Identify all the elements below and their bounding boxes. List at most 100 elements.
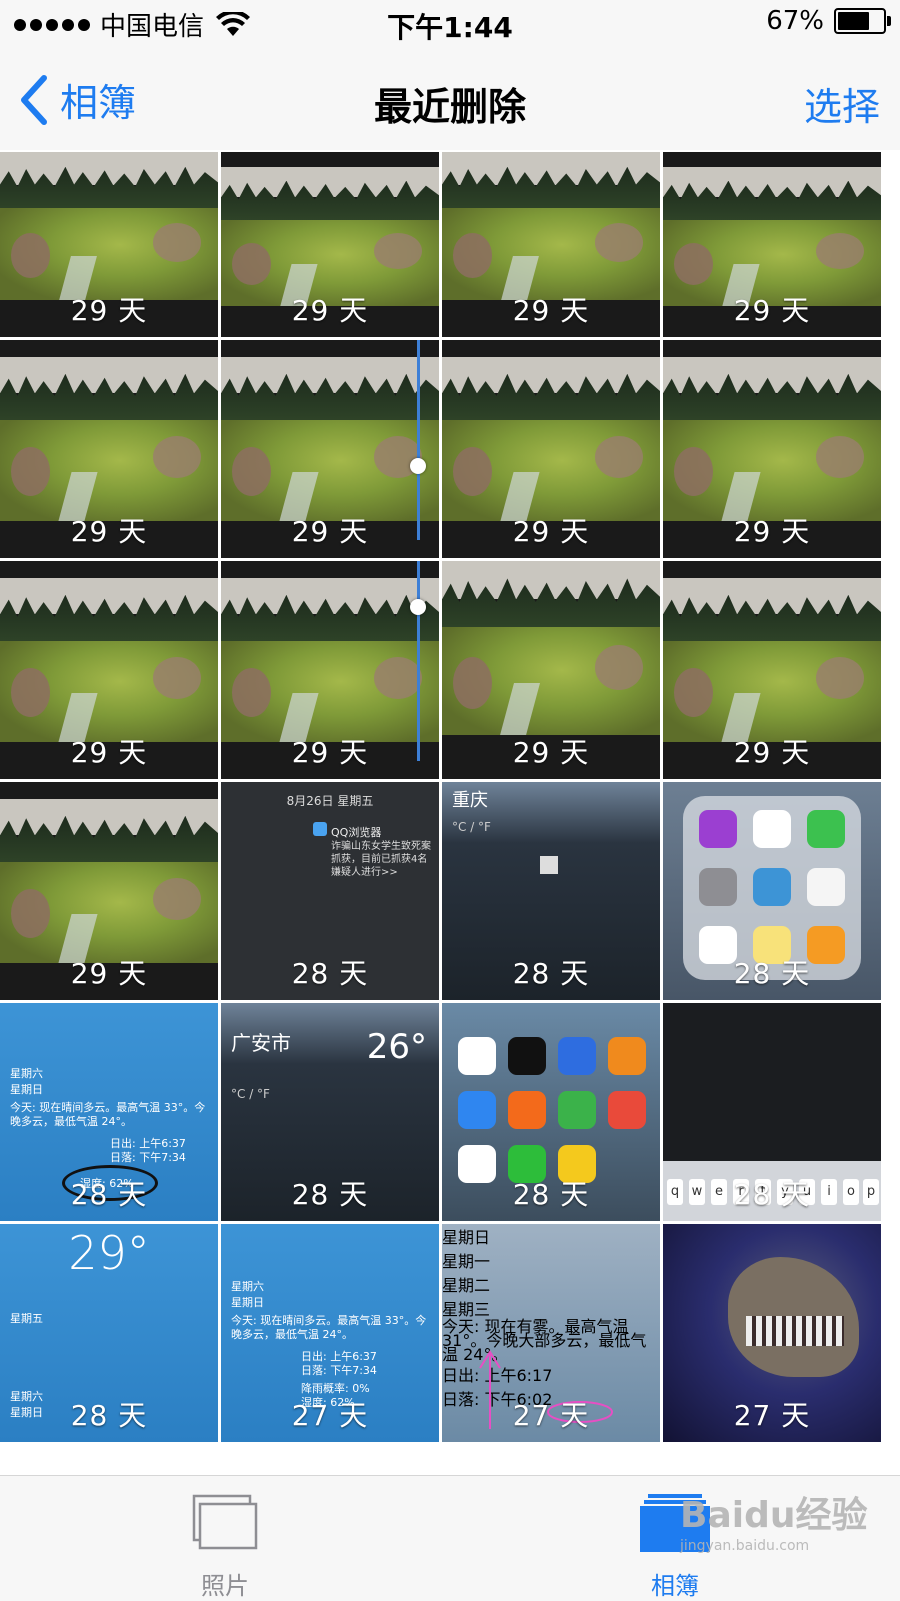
- app-icon: [558, 1037, 596, 1075]
- notification-app: QQ浏览器: [331, 826, 382, 839]
- battery-icon: [834, 8, 891, 34]
- question-icon: [558, 1091, 596, 1129]
- settings-icon: [699, 868, 737, 906]
- map-icon: [458, 1037, 496, 1075]
- select-button[interactable]: 选择: [804, 76, 880, 131]
- days-remaining: 29 天: [512, 294, 590, 327]
- weather-text: 星期六: [231, 1280, 264, 1293]
- days-remaining: 29 天: [70, 736, 148, 769]
- days-remaining: 29 天: [70, 957, 148, 990]
- days-remaining: 29 天: [733, 294, 811, 327]
- thumbnail[interactable]: 29 天: [0, 561, 218, 779]
- unit-toggle: °C / °F: [231, 1087, 270, 1101]
- days-remaining: 28 天: [70, 1178, 148, 1211]
- weather-city: 重庆: [452, 790, 488, 811]
- weather-channel-logo: [540, 856, 558, 874]
- watermark-url: jingyan.baidu.com: [680, 1538, 810, 1554]
- page-title: 最近删除: [373, 85, 526, 129]
- weather-text: 日落: 下午7:34: [110, 1151, 186, 1164]
- thumbnail[interactable]: 29 天: [0, 152, 218, 337]
- battery-percent: 67%: [766, 6, 824, 36]
- days-remaining: 27 天: [733, 1399, 811, 1432]
- thumbnail[interactable]: 重庆 °C / °F 28 天: [442, 782, 660, 1000]
- weather-text: 星期六: [10, 1067, 43, 1080]
- weather-text: 星期五: [10, 1312, 43, 1325]
- days-remaining: 29 天: [291, 515, 369, 548]
- browser-icon: [458, 1091, 496, 1129]
- weather-text: 星期二: [442, 1276, 491, 1295]
- thumbnail[interactable]: 29 天: [442, 561, 660, 779]
- slider-knob: [410, 458, 426, 474]
- thumbnail[interactable]: 29 天: [0, 782, 218, 1000]
- days-remaining: 28 天: [291, 1178, 369, 1211]
- tab-bar: 照片 相簿 Baidu经验 jingyan.baidu.com: [0, 1475, 900, 1601]
- days-remaining: 27 天: [512, 1399, 590, 1432]
- slider-knob: [410, 599, 426, 615]
- days-remaining: 29 天: [70, 294, 148, 327]
- status-right: 67%: [766, 6, 891, 36]
- thumbnail[interactable]: 29 天: [663, 561, 881, 779]
- unit-toggle: °C / °F: [452, 820, 491, 834]
- thumbnail[interactable]: 星期日 星期一 星期二 星期三 今天: 现在有雾。最高气温 31°。今晚大部多云…: [442, 1224, 660, 1442]
- weather-text: 星期日: [10, 1083, 43, 1096]
- days-remaining: 28 天: [512, 1178, 590, 1211]
- thumbnail[interactable]: 29 天: [221, 152, 439, 337]
- thumbnail[interactable]: 29 天: [221, 340, 439, 558]
- thumbnail[interactable]: 29° 星期五 星期六 星期日 28 天: [0, 1224, 218, 1442]
- weather-icon: [753, 868, 791, 906]
- browser-icon: [313, 822, 327, 836]
- weather-temp: 26°: [366, 1027, 427, 1067]
- status-time: 下午1:44: [387, 11, 513, 44]
- days-remaining: 29 天: [291, 294, 369, 327]
- days-remaining: 27 天: [291, 1399, 369, 1432]
- thumbnail[interactable]: 8月26日 星期五 QQ浏览器 诈骗山东女学生致死案抓获，目前已抓获4名嫌疑人进…: [221, 782, 439, 1000]
- weather-text: 今天: 现在晴间多云。最高气温 33°。今晚多云，最低气温 24°。: [231, 1314, 427, 1341]
- weather-text: 星期日: [442, 1228, 491, 1247]
- thumbnail[interactable]: 28 天: [663, 782, 881, 1000]
- thumbnail[interactable]: 广安市 26° °C / °F 28 天: [221, 1003, 439, 1221]
- watermark-text: Baidu经验: [680, 1495, 868, 1536]
- thumbnail[interactable]: 27 天: [663, 1224, 881, 1442]
- listen-icon: [608, 1091, 646, 1129]
- days-remaining: 29 天: [291, 736, 369, 769]
- didi-icon: [807, 868, 845, 906]
- days-remaining: 29 天: [70, 515, 148, 548]
- weather-city: 广安市: [231, 1031, 291, 1055]
- status-bar: 中国电信 下午1:44 67%: [0, 0, 900, 50]
- days-remaining: 29 天: [733, 515, 811, 548]
- days-remaining: 29 天: [512, 736, 590, 769]
- thumbnail[interactable]: 28 天: [442, 1003, 660, 1221]
- weather-text: 星期一: [442, 1252, 491, 1271]
- tab-photos-label: 照片: [201, 1572, 249, 1600]
- thumbnail[interactable]: qwertyuiop 28 天: [663, 1003, 881, 1221]
- weather-temp: 29°: [68, 1226, 150, 1280]
- thumbnail[interactable]: 29 天: [442, 152, 660, 337]
- photos-icon: [192, 1494, 258, 1550]
- days-remaining: 28 天: [512, 957, 590, 990]
- notification-text: 诈骗山东女学生致死案抓获，目前已抓获4名嫌疑人进行>>: [331, 841, 431, 878]
- thumbnail[interactable]: 星期六 星期日 今天: 现在晴间多云。最高气温 33°。今晚多云，最低气温 24…: [0, 1003, 218, 1221]
- thumbnail-grid: 29 天 29 天 29 天 29 天 29 天 29 天 29 天 29 天 …: [0, 152, 900, 1472]
- qq-icon: [508, 1037, 546, 1075]
- weather-text: 星期日: [231, 1296, 264, 1309]
- tab-photos[interactable]: 照片: [180, 1494, 270, 1601]
- thumbnail[interactable]: 29 天: [221, 561, 439, 779]
- thumbnail[interactable]: 29 天: [442, 340, 660, 558]
- facetime-icon: [807, 810, 845, 848]
- thumbnail[interactable]: 29 天: [663, 340, 881, 558]
- weather-text: 日落: 下午7:34: [301, 1364, 377, 1377]
- thumbnail[interactable]: 29 天: [0, 340, 218, 558]
- days-remaining: 29 天: [512, 515, 590, 548]
- days-remaining: 28 天: [733, 957, 811, 990]
- days-remaining: 28 天: [70, 1399, 148, 1432]
- thumbnail[interactable]: 29 天: [663, 152, 881, 337]
- alibaba-icon: [608, 1037, 646, 1075]
- notification-date: 8月26日 星期五: [286, 794, 374, 808]
- taobao-icon: [508, 1091, 546, 1129]
- navigation-bar: 相簿 最近删除 选择: [0, 50, 900, 150]
- thumbnail[interactable]: 星期六 星期日 今天: 现在晴间多云。最高气温 33°。今晚多云，最低气温 24…: [221, 1224, 439, 1442]
- health-icon: [753, 810, 791, 848]
- weather-text: 今天: 现在晴间多云。最高气温 33°。今晚多云，最低气温 24°。: [10, 1101, 206, 1128]
- podcast-icon: [699, 810, 737, 848]
- watermark: Baidu经验 jingyan.baidu.com: [680, 1486, 890, 1576]
